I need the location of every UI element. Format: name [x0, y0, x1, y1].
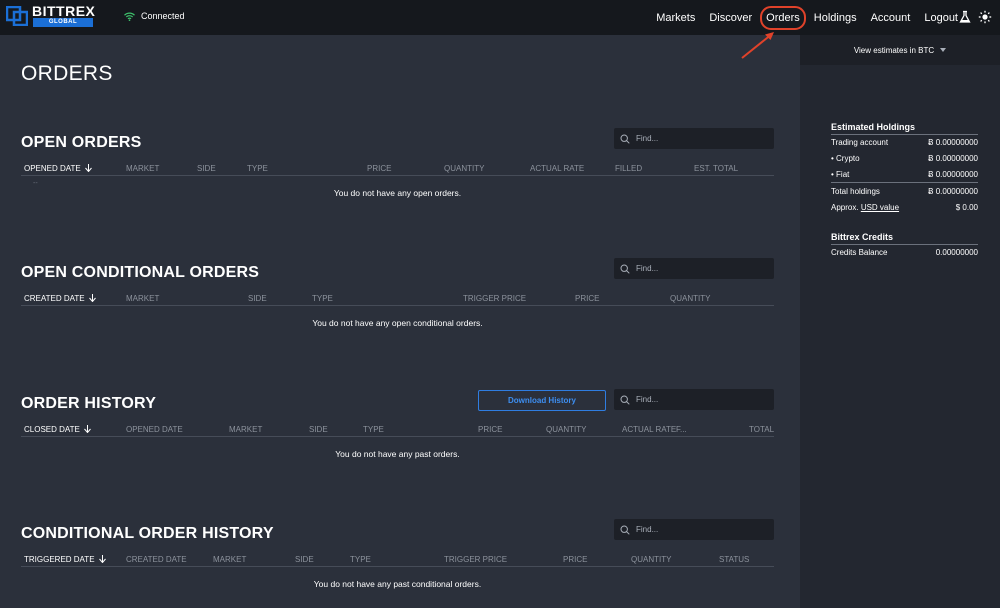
col-status[interactable]: STATUS: [719, 555, 749, 564]
open-conditional-empty: You do not have any open conditional ord…: [312, 318, 483, 328]
open-orders-title: OPEN ORDERS: [21, 134, 142, 151]
col-trigger-price[interactable]: TRIGGER PRICE: [463, 294, 526, 303]
col-actual-rate[interactable]: ACTUAL RATE: [622, 425, 676, 434]
nav-markets[interactable]: Markets: [656, 12, 695, 24]
open-conditional-header: CREATED DATE MARKET SIDE TYPE TRIGGER PR…: [21, 294, 774, 306]
search-icon: [620, 133, 630, 144]
col-price[interactable]: PRICE: [563, 555, 587, 564]
col-quantity[interactable]: QUANTITY: [444, 164, 484, 173]
order-history-header: CLOSED DATE OPENED DATE MARKET SIDE TYPE…: [21, 425, 774, 437]
sort-down-icon: [98, 555, 106, 564]
open-orders-search[interactable]: [614, 128, 774, 149]
nav-icons: [952, 10, 992, 24]
conditional-history-header: TRIGGERED DATE CREATED DATE MARKET SIDE …: [21, 555, 774, 567]
sort-down-icon: [88, 294, 96, 303]
connection-label: Connected: [141, 11, 185, 21]
open-orders-header: OPENED DATE MARKET SIDE TYPE PRICE QUANT…: [21, 164, 774, 176]
col-price[interactable]: PRICE: [367, 164, 391, 173]
col-side[interactable]: SIDE: [309, 425, 328, 434]
nav-discover[interactable]: Discover: [709, 12, 752, 24]
bittrex-logo-icon: [6, 6, 28, 26]
open-conditional-title: OPEN CONDITIONAL ORDERS: [21, 264, 260, 281]
bittrex-credits-title: Bittrex Credits: [831, 232, 978, 245]
sort-down-icon: [84, 164, 92, 173]
orders-main: ORDERS OPEN ORDERS OPENED DATE MARKET SI…: [0, 35, 800, 608]
col-side[interactable]: SIDE: [248, 294, 267, 303]
col-triggered-date[interactable]: TRIGGERED DATE: [24, 555, 106, 564]
col-actual-rate[interactable]: ACTUAL RATE: [530, 164, 584, 173]
top-navbar: BITTREX GLOBAL Connected Markets Discove…: [0, 0, 1000, 35]
flask-icon[interactable]: [958, 10, 972, 24]
col-trigger-price[interactable]: TRIGGER PRICE: [444, 555, 507, 564]
placeholder-dash: --: [33, 180, 38, 187]
download-history-button[interactable]: Download History: [478, 390, 606, 411]
nav-account[interactable]: Account: [871, 12, 911, 24]
estimates-currency-select[interactable]: View estimates in BTC: [800, 35, 1000, 65]
col-price[interactable]: PRICE: [575, 294, 599, 303]
holdings-sidebar: View estimates in BTC Estimated Holdings…: [800, 35, 1000, 608]
col-opened-date[interactable]: OPENED DATE: [24, 164, 92, 173]
open-orders-empty: You do not have any open orders.: [333, 188, 462, 198]
col-est-total[interactable]: EST. TOTAL: [694, 164, 738, 173]
col-created-date[interactable]: CREATED DATE: [126, 555, 187, 564]
estimates-label: View estimates in BTC: [853, 45, 935, 55]
open-conditional-search[interactable]: [614, 258, 774, 279]
col-type[interactable]: TYPE: [312, 294, 333, 303]
col-market[interactable]: MARKET: [229, 425, 262, 434]
col-side[interactable]: SIDE: [295, 555, 314, 564]
col-filled[interactable]: F...: [676, 425, 687, 434]
col-closed-date[interactable]: CLOSED DATE: [24, 425, 91, 434]
sort-down-icon: [83, 425, 91, 434]
order-history-title: ORDER HISTORY: [21, 395, 157, 412]
sun-icon[interactable]: [978, 10, 992, 24]
order-history-search[interactable]: [614, 389, 774, 410]
approx-usd-row: Approx. USD value $ 0.00: [831, 203, 978, 212]
order-history-search-input[interactable]: [636, 395, 756, 404]
bittrex-logo[interactable]: BITTREX GLOBAL: [6, 3, 96, 27]
brand-name: BITTREX: [32, 3, 96, 19]
nav-holdings[interactable]: Holdings: [814, 12, 857, 24]
search-icon: [620, 524, 630, 535]
caret-down-icon: [940, 48, 947, 52]
search-icon: [620, 263, 630, 274]
col-opened-date[interactable]: OPENED DATE: [126, 425, 183, 434]
connection-status: Connected: [124, 11, 185, 21]
conditional-history-search[interactable]: [614, 519, 774, 540]
crypto-row: • Crypto Ƀ 0.00000000: [831, 154, 978, 163]
col-market[interactable]: MARKET: [126, 164, 159, 173]
open-orders-search-input[interactable]: [636, 134, 756, 143]
col-created-date[interactable]: CREATED DATE: [24, 294, 96, 303]
estimated-holdings-title: Estimated Holdings: [831, 122, 978, 135]
col-quantity[interactable]: QUANTITY: [546, 425, 586, 434]
nav-orders[interactable]: Orders: [760, 5, 806, 30]
col-type[interactable]: TYPE: [350, 555, 371, 564]
col-side[interactable]: SIDE: [197, 164, 216, 173]
fiat-row: • Fiat Ƀ 0.00000000: [831, 170, 978, 183]
conditional-history-empty: You do not have any past conditional ord…: [313, 579, 482, 589]
col-market[interactable]: MARKET: [213, 555, 246, 564]
col-type[interactable]: TYPE: [363, 425, 384, 434]
page-title: ORDERS: [21, 62, 113, 85]
conditional-history-search-input[interactable]: [636, 525, 756, 534]
col-type[interactable]: TYPE: [247, 164, 268, 173]
usd-value-link[interactable]: USD value: [861, 203, 899, 212]
main-nav: Markets Discover Orders Holdings Account…: [642, 0, 958, 35]
order-history-empty: You do not have any past orders.: [335, 449, 460, 459]
col-market[interactable]: MARKET: [126, 294, 159, 303]
open-conditional-search-input[interactable]: [636, 264, 756, 273]
total-holdings-row: Total holdings Ƀ 0.00000000: [831, 187, 978, 196]
brand-sub: GLOBAL: [33, 18, 93, 27]
trading-account-row: Trading account Ƀ 0.00000000: [831, 138, 978, 147]
col-total[interactable]: TOTAL: [749, 425, 774, 434]
col-quantity[interactable]: QUANTITY: [670, 294, 710, 303]
credits-balance-row: Credits Balance 0.00000000: [831, 248, 978, 257]
search-icon: [620, 394, 630, 405]
conditional-history-title: CONDITIONAL ORDER HISTORY: [21, 525, 274, 542]
col-filled[interactable]: FILLED: [615, 164, 642, 173]
col-quantity[interactable]: QUANTITY: [631, 555, 671, 564]
wifi-icon: [124, 12, 135, 21]
col-price[interactable]: PRICE: [478, 425, 502, 434]
